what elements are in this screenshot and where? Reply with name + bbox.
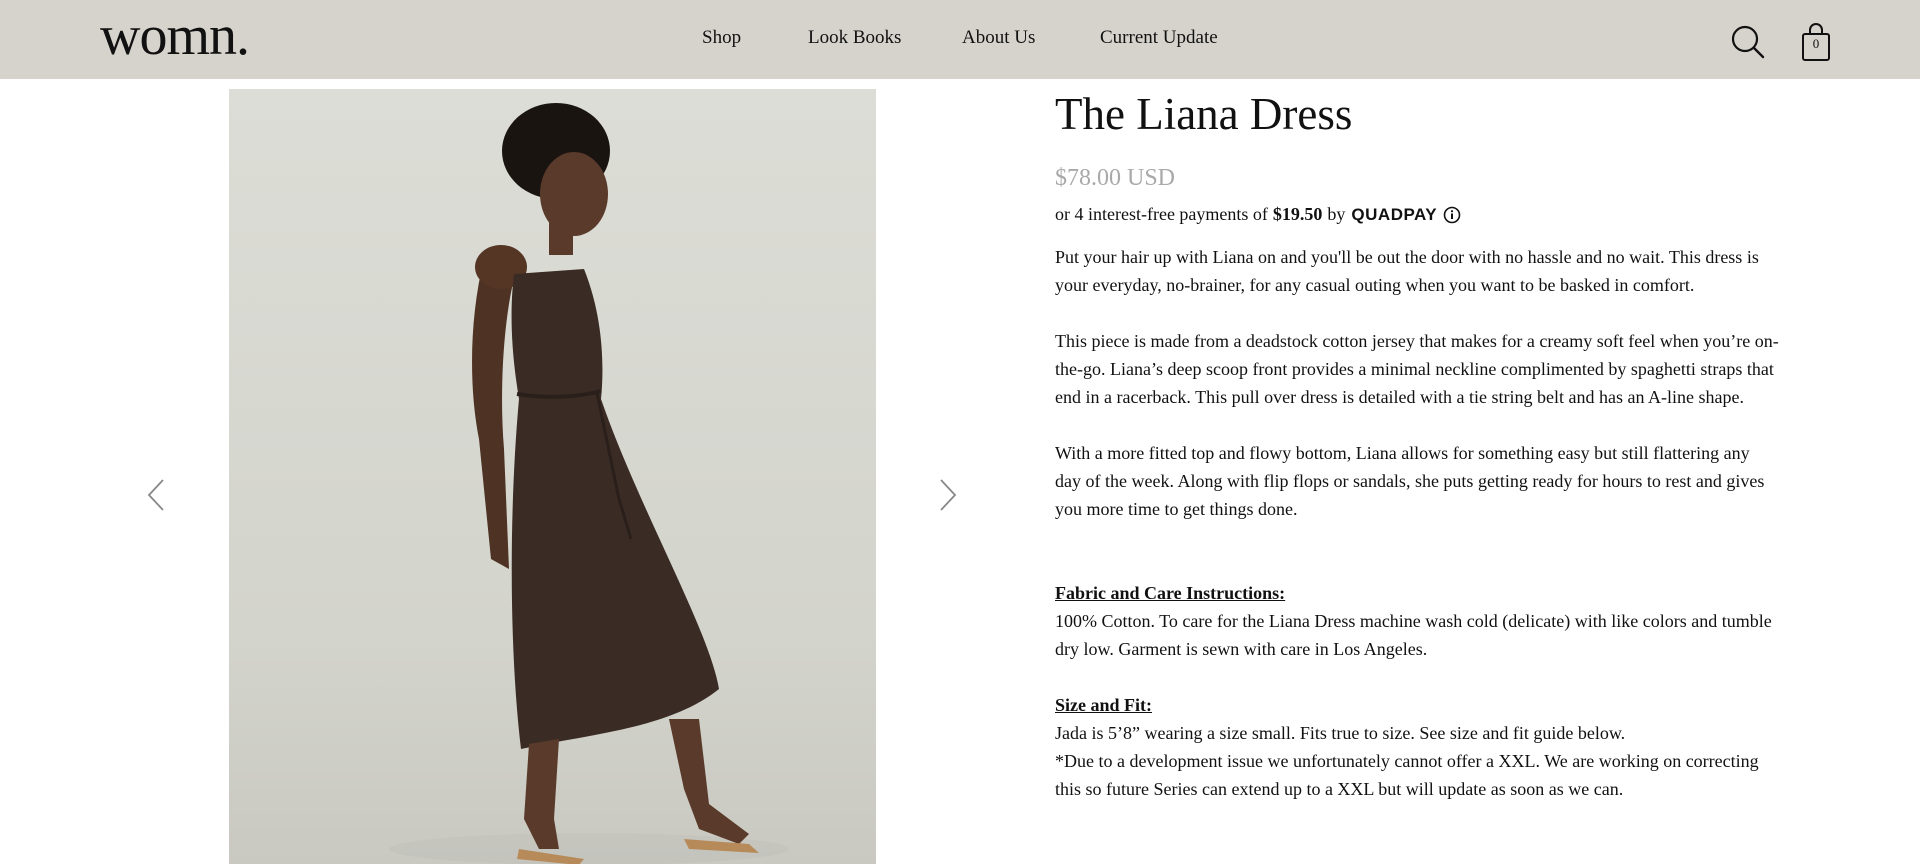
nav-item-look-books[interactable]: Look Books — [808, 27, 901, 49]
installments-info: or 4 interest-free payments of $19.50 by… — [1055, 204, 1780, 225]
model-figure — [389, 103, 789, 864]
product-details: The Liana Dress $78.00 USD or 4 interest… — [1055, 86, 1780, 803]
nav-item-shop[interactable]: Shop — [702, 27, 741, 49]
fit-heading: Size and Fit: — [1055, 695, 1152, 715]
description-paragraph-1: Put your hair up with Liana on and you'l… — [1055, 247, 1759, 295]
fit-text: Jada is 5’8” wearing a size small. Fits … — [1055, 723, 1626, 743]
care-heading: Fabric and Care Instructions: — [1055, 583, 1286, 603]
product-title: The Liana Dress — [1055, 89, 1353, 139]
product-price: $78.00 USD — [1055, 165, 1176, 191]
cart-count: 0 — [1812, 36, 1820, 51]
description-paragraph-3: With a more fitted top and flowy bottom,… — [1055, 443, 1765, 519]
installment-amount: $19.50 — [1272, 204, 1323, 224]
chevron-right-icon[interactable] — [938, 478, 958, 517]
main-nav: Shop Look Books About Us Current Update — [0, 0, 1920, 79]
chevron-left-icon[interactable] — [146, 478, 166, 517]
installments-by: by — [1327, 204, 1346, 224]
care-text: 100% Cotton. To care for the Liana Dress… — [1055, 611, 1772, 659]
shopping-bag-icon[interactable]: 0 — [1800, 22, 1832, 62]
nav-item-current-update[interactable]: Current Update — [1100, 27, 1218, 49]
search-icon[interactable] — [1730, 24, 1766, 60]
info-icon[interactable] — [1443, 206, 1461, 224]
installments-prefix: or 4 interest-free payments of — [1055, 204, 1268, 224]
nav-item-about-us[interactable]: About Us — [962, 27, 1035, 49]
site-header: womn. Shop Look Books About Us Current U… — [0, 0, 1920, 79]
product-image[interactable] — [229, 89, 876, 864]
quadpay-logo: QUADPAY — [1351, 204, 1438, 224]
fit-note: *Due to a development issue we unfortuna… — [1055, 751, 1759, 799]
description-paragraph-2: This piece is made from a deadstock cott… — [1055, 331, 1779, 407]
